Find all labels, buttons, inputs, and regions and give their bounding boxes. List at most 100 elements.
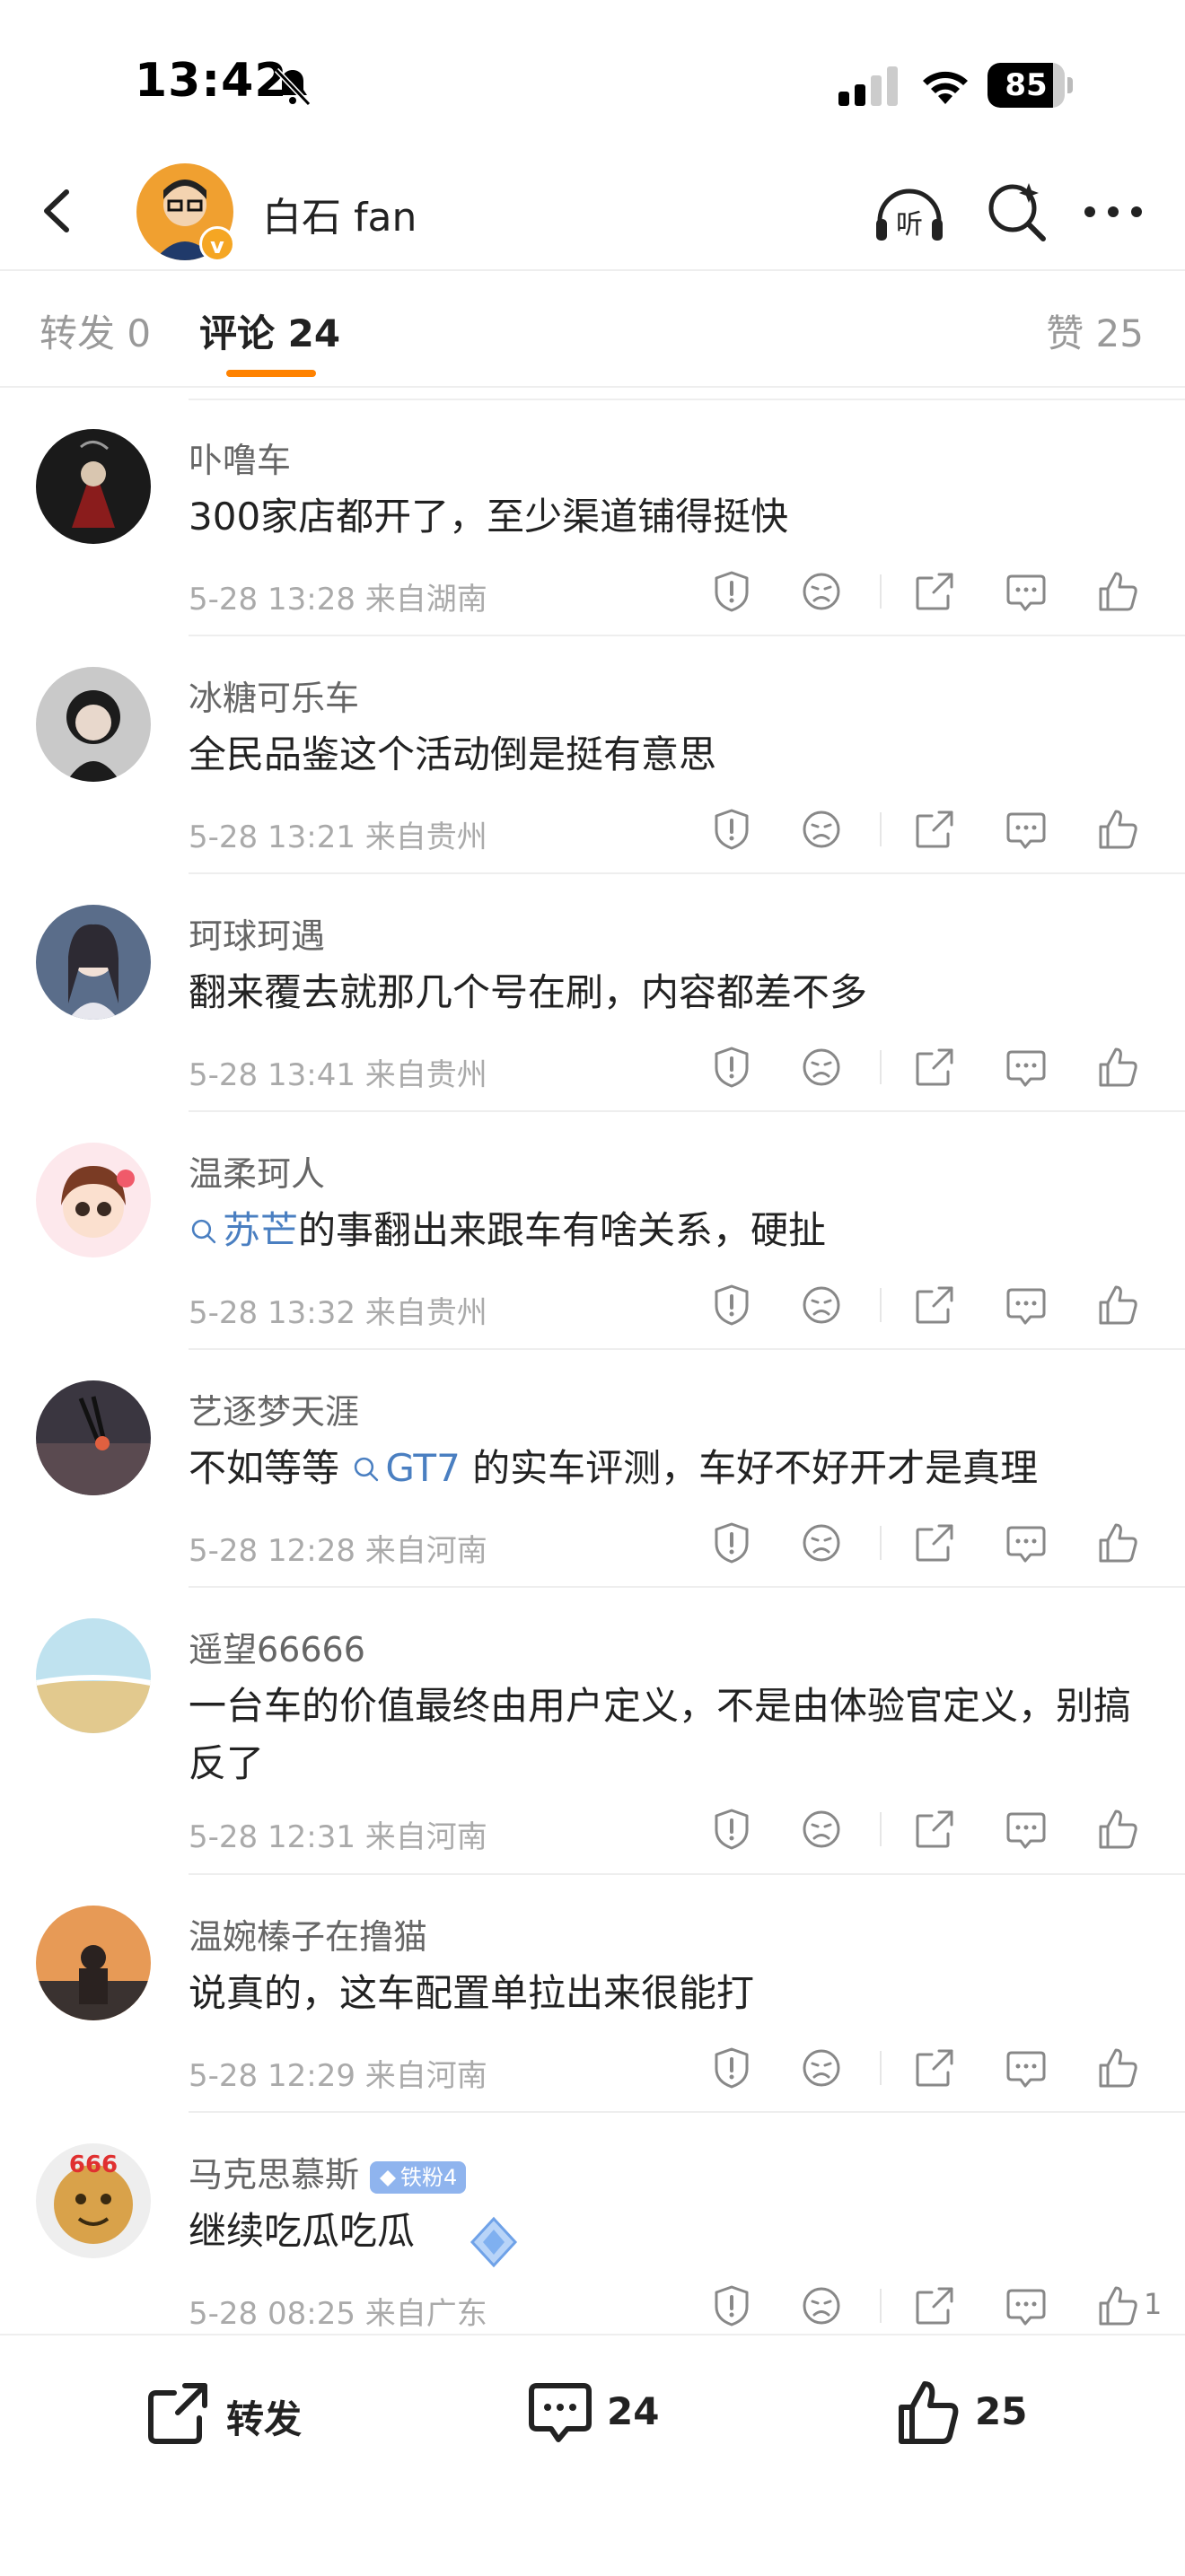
commenter-name[interactable]: 温柔珂人	[189, 1146, 325, 1196]
reply-icon[interactable]	[1004, 1807, 1049, 1852]
comment-text-segment: 300家店都开了，至少渠道铺得挺快	[189, 495, 789, 539]
comment-meta: 5-28 12:28 来自河南	[189, 1533, 487, 1569]
dislike-icon[interactable]	[799, 569, 844, 614]
dislike-icon[interactable]	[799, 1520, 844, 1565]
reply-icon[interactable]	[1004, 569, 1049, 614]
comment-text-segment: 翻来覆去就那几个号在刷，内容都差不多	[189, 970, 868, 1014]
bottom-action-bar: 转发 24 25	[0, 2334, 1185, 2576]
report-icon[interactable]	[709, 2046, 754, 2090]
comment-item[interactable]: 666 马克思慕斯 铁粉4 继续吃瓜吃瓜 5-28 08:25 来自广东 1	[0, 2113, 1185, 2334]
share-icon[interactable]	[912, 807, 957, 852]
commenter-name[interactable]: 卟噜车	[189, 433, 291, 482]
like-icon[interactable]	[1095, 807, 1140, 852]
commenter-avatar[interactable]	[36, 1906, 151, 2020]
commenter-name[interactable]: 冰糖可乐车	[189, 670, 359, 720]
topic-link[interactable]: GT7	[351, 1446, 461, 1490]
comment-item[interactable]: 遥望66666 一台车的价值最终由用户定义，不是由体验官定义，别搞反了 5-28 1…	[0, 1588, 1185, 1875]
like-icon[interactable]	[1095, 1045, 1140, 1090]
commenter-name[interactable]: 遥望66666	[189, 1622, 365, 1671]
share-icon[interactable]	[912, 2046, 957, 2090]
reply-icon[interactable]	[1004, 2283, 1049, 2328]
search-icon[interactable]	[980, 176, 1052, 248]
like-icon[interactable]	[1095, 2046, 1140, 2090]
share-icon[interactable]	[912, 1520, 957, 1565]
comment-text-segment: 说真的，这车配置单拉出来很能打	[189, 1971, 755, 2015]
share-icon[interactable]	[912, 569, 957, 614]
dislike-icon[interactable]	[799, 1807, 844, 1852]
like-icon[interactable]	[1095, 569, 1140, 614]
back-icon[interactable]	[27, 180, 90, 242]
comment-item[interactable]: 冰糖可乐车 全民品鉴这个活动倒是挺有意思 5-28 13:21 来自贵州	[0, 636, 1185, 874]
like-icon[interactable]	[1095, 2283, 1140, 2328]
report-icon[interactable]	[709, 1520, 754, 1565]
comment-item[interactable]: 艺逐梦天涯 不如等等 GT7 的实车评测，车好不好开才是真理 5-28 12:28 …	[0, 1350, 1185, 1588]
share-icon[interactable]	[912, 1045, 957, 1090]
comment-item[interactable]: 温柔珂人 苏芒的事翻出来跟车有啥关系，硬扯 5-28 13:32 来自贵州	[0, 1112, 1185, 1350]
like-button[interactable]: 25	[892, 2371, 1072, 2452]
action-divider	[880, 1288, 882, 1322]
commenter-name[interactable]: 温婉榛子在撸猫	[189, 1909, 427, 1958]
tab-like[interactable]: 赞 25	[1046, 303, 1144, 358]
report-icon[interactable]	[709, 569, 754, 614]
reply-icon[interactable]	[1004, 2046, 1049, 2090]
comment-item[interactable]: 卟噜车 300家店都开了，至少渠道铺得挺快 5-28 13:28 来自湖南	[0, 399, 1185, 636]
reply-icon[interactable]	[1004, 1520, 1049, 1565]
comment-item[interactable]: 珂球珂遇 翻来覆去就那几个号在刷，内容都差不多 5-28 13:41 来自贵州	[0, 874, 1185, 1112]
dislike-icon[interactable]	[799, 1283, 844, 1327]
report-icon[interactable]	[709, 2283, 754, 2328]
topic-link[interactable]: 苏芒	[189, 1208, 298, 1252]
commenter-avatar[interactable]	[36, 1618, 151, 1733]
like-icon[interactable]	[1095, 1807, 1140, 1852]
dislike-icon[interactable]	[799, 2046, 844, 2090]
status-time: 13:42	[135, 54, 288, 108]
page-title[interactable]: 白石 fan	[262, 185, 417, 242]
more-icon[interactable]	[1077, 176, 1149, 248]
commenter-name[interactable]: 马克思慕斯 铁粉4	[189, 2147, 467, 2196]
topic-link-text: GT7	[385, 1446, 461, 1490]
comment-button[interactable]: 24	[524, 2371, 704, 2452]
share-icon[interactable]	[912, 2283, 957, 2328]
comment-list: 卟噜车 300家店都开了，至少渠道铺得挺快 5-28 13:28 来自湖南 冰糖可乐车…	[0, 399, 1185, 2334]
commenter-name[interactable]: 珂球珂遇	[189, 908, 325, 958]
comment-text-segment: 不如等等	[189, 1446, 352, 1490]
fan-badge: 铁粉4	[370, 2160, 467, 2194]
search-link-icon	[191, 1219, 216, 1244]
dislike-icon[interactable]	[799, 1045, 844, 1090]
comment-meta: 5-28 08:25 来自广东	[189, 2296, 487, 2332]
listen-icon[interactable]: 听	[871, 176, 948, 248]
reply-icon[interactable]	[1004, 1045, 1049, 1090]
commenter-avatar[interactable]	[36, 429, 151, 544]
tab-repost[interactable]: 转发 0	[40, 303, 151, 358]
report-icon[interactable]	[709, 807, 754, 852]
dislike-icon[interactable]	[799, 807, 844, 852]
like-icon[interactable]	[1095, 1520, 1140, 1565]
repost-button[interactable]: 转发	[144, 2371, 341, 2452]
reply-icon[interactable]	[1004, 807, 1049, 852]
action-divider	[880, 2289, 882, 2323]
comment-actions	[709, 1045, 1158, 1090]
comment-meta: 5-28 12:29 来自河南	[189, 2058, 487, 2094]
report-icon[interactable]	[709, 1045, 754, 1090]
comment-item[interactable]: 温婉榛子在撸猫说真的，这车配置单拉出来很能打 5-28 12:29 来自河南	[0, 1875, 1185, 2113]
topic-link-text: 苏芒	[223, 1208, 299, 1252]
report-icon[interactable]	[709, 1283, 754, 1327]
comment-actions	[709, 2046, 1158, 2090]
bell-slash-icon	[274, 67, 312, 107]
commenter-avatar[interactable]	[36, 1143, 151, 1257]
commenter-name[interactable]: 艺逐梦天涯	[189, 1384, 359, 1433]
like-icon[interactable]	[1095, 1283, 1140, 1327]
action-divider	[880, 2051, 882, 2085]
tab-comment[interactable]: 评论 24	[199, 303, 340, 358]
dislike-icon[interactable]	[799, 2283, 844, 2328]
commenter-avatar[interactable]	[36, 1380, 151, 1495]
comment-text: 继续吃瓜吃瓜	[189, 2203, 1140, 2260]
report-icon[interactable]	[709, 1807, 754, 1852]
share-icon[interactable]	[912, 1807, 957, 1852]
commenter-avatar[interactable]	[36, 905, 151, 1020]
avatar[interactable]: v	[136, 163, 235, 262]
commenter-avatar[interactable]: 666	[36, 2143, 151, 2258]
comment-actions	[709, 1520, 1158, 1565]
commenter-avatar[interactable]	[36, 667, 151, 782]
share-icon[interactable]	[912, 1283, 957, 1327]
reply-icon[interactable]	[1004, 1283, 1049, 1327]
